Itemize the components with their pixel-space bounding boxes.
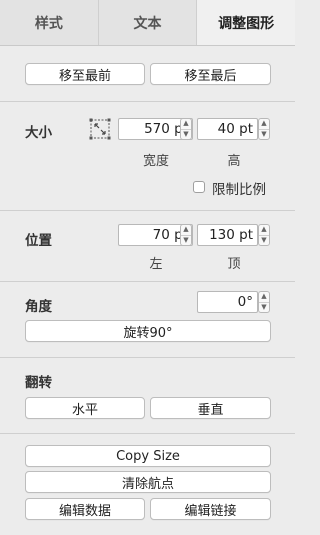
- tab-bar: 样式 文本 调整图形: [0, 0, 296, 46]
- chevron-down-icon[interactable]: ▼: [181, 234, 191, 246]
- divider: [0, 281, 295, 282]
- top-caption: 顶: [227, 257, 241, 272]
- width-caption: 宽度: [142, 154, 169, 169]
- tab-style[interactable]: 样式: [0, 0, 99, 45]
- move-to-back-button[interactable]: 移至最后: [150, 63, 271, 85]
- edit-data-button[interactable]: 编辑数据: [25, 498, 145, 520]
- copy-size-button[interactable]: Copy Size: [25, 445, 271, 467]
- chevron-up-icon[interactable]: ▲: [259, 119, 269, 129]
- angle-label: 角度: [25, 299, 52, 315]
- edit-link-button[interactable]: 编辑链接: [150, 498, 271, 520]
- flip-label: 翻转: [25, 375, 52, 391]
- angle-input[interactable]: 0°: [197, 291, 258, 313]
- lock-ratio-label[interactable]: 限制比例: [212, 178, 266, 198]
- chevron-down-icon[interactable]: ▼: [259, 301, 269, 313]
- angle-stepper[interactable]: ▲ ▼: [258, 291, 270, 313]
- chevron-down-icon[interactable]: ▼: [181, 128, 191, 140]
- tab-text[interactable]: 文本: [99, 0, 198, 45]
- rotate-90-button[interactable]: 旋转90°: [25, 320, 271, 342]
- left-stepper[interactable]: ▲ ▼: [180, 224, 192, 246]
- divider: [0, 433, 295, 434]
- chevron-down-icon[interactable]: ▼: [259, 234, 269, 246]
- flip-horizontal-button[interactable]: 水平: [25, 397, 145, 419]
- height-input[interactable]: 40 pt: [197, 118, 258, 140]
- position-label: 位置: [25, 233, 52, 249]
- height-stepper[interactable]: ▲ ▼: [258, 118, 270, 140]
- chevron-up-icon[interactable]: ▲: [181, 225, 191, 235]
- top-stepper[interactable]: ▲ ▼: [258, 224, 270, 246]
- resize-icon[interactable]: [89, 118, 111, 140]
- clear-waypoints-button[interactable]: 清除航点: [25, 471, 271, 493]
- size-label: 大小: [25, 125, 52, 141]
- divider: [0, 210, 295, 211]
- top-input[interactable]: 130 pt: [197, 224, 258, 246]
- lock-ratio-checkbox[interactable]: [193, 181, 205, 193]
- left-caption: 左: [149, 257, 163, 272]
- divider: [0, 101, 295, 102]
- chevron-up-icon[interactable]: ▲: [181, 119, 191, 129]
- tab-arrange[interactable]: 调整图形: [197, 0, 296, 45]
- flip-vertical-button[interactable]: 垂直: [150, 397, 271, 419]
- chevron-up-icon[interactable]: ▲: [259, 225, 269, 235]
- move-to-front-button[interactable]: 移至最前: [25, 63, 145, 85]
- divider: [0, 357, 295, 358]
- height-caption: 高: [227, 154, 241, 169]
- width-stepper[interactable]: ▲ ▼: [180, 118, 192, 140]
- chevron-down-icon[interactable]: ▼: [259, 128, 269, 140]
- chevron-up-icon[interactable]: ▲: [259, 292, 269, 302]
